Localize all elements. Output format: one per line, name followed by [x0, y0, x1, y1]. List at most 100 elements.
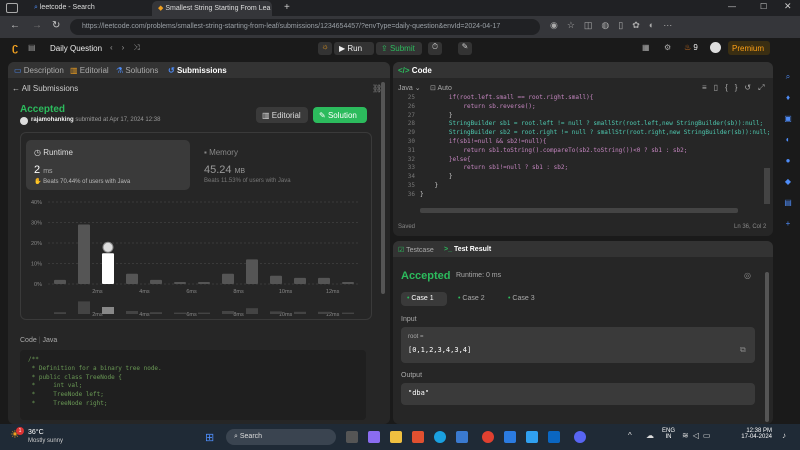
case-tab-2[interactable]: • Case 2	[452, 292, 498, 306]
daily-question-title[interactable]: Daily Question	[50, 44, 102, 53]
editorial-button[interactable]: ▥ Editorial	[256, 107, 308, 123]
leetcode-logo-icon[interactable]: ʗ	[12, 42, 18, 54]
new-tab-icon[interactable]: +	[284, 2, 290, 13]
x-tick-label: 6ms	[186, 289, 197, 295]
runtime-distribution-chart[interactable]: 40% 30% 20% 10% 0% 2ms 2ms 4ms 4ms 6ms 6ms 8ms 8ms 1…	[26, 194, 366, 318]
solution-button[interactable]: ✎ Solution	[313, 107, 367, 123]
code-line: return sb.reverse();	[420, 102, 536, 110]
teams-icon[interactable]	[368, 431, 380, 443]
tab-actions-icon[interactable]	[6, 3, 18, 13]
language-indicator[interactable]: ENG IN	[662, 428, 675, 440]
runtime-bar[interactable]	[318, 277, 330, 284]
streak-counter[interactable]: ♨ 9	[684, 43, 698, 52]
test-scrollbar[interactable]	[765, 272, 769, 422]
runtime-bar[interactable]	[342, 281, 354, 284]
language-select[interactable]: Java ⌄	[398, 84, 421, 92]
runtime-bar[interactable]	[174, 281, 186, 284]
task-view-icon[interactable]	[346, 431, 358, 443]
input-param: root =	[408, 334, 424, 340]
forward-arrow-icon[interactable]: →	[32, 20, 42, 31]
timer-icon[interactable]: ⏱	[428, 42, 442, 55]
runtime-bar[interactable]	[78, 224, 90, 284]
minimize-icon[interactable]: —	[728, 2, 736, 11]
minimap-bar	[102, 307, 114, 314]
taskbar-search[interactable]: ⌕ Search	[226, 429, 336, 445]
checkbox-icon: ☑	[398, 247, 407, 254]
run-button[interactable]: ▶ Run	[334, 42, 374, 55]
copy-icon[interactable]: ⧉	[740, 345, 746, 355]
runtime-bar[interactable]	[150, 279, 162, 284]
clock[interactable]: 12:38 PM 17-04-2024	[732, 428, 772, 440]
submitted-code: /** * Definition for a binary tree node.…	[28, 356, 162, 409]
close-icon[interactable]: ✕	[784, 1, 792, 12]
tab-description[interactable]: ▭ Description	[14, 66, 64, 75]
runtime-bar[interactable]	[102, 253, 114, 284]
line-number: 32	[407, 155, 415, 163]
username[interactable]: rajamohanking	[31, 117, 74, 123]
editor-tool-icons[interactable]: ≡▯{}↺⤢	[702, 83, 772, 93]
fire-icon: ♨	[684, 43, 694, 52]
minimap-bar	[78, 301, 90, 314]
history-icon: ↺	[168, 66, 177, 75]
all-submissions-link[interactable]: ← All Submissions	[12, 84, 78, 93]
browser-extension-icons[interactable]: ◉☆◫◍▯✿◐⋯	[550, 20, 681, 31]
problem-list-icon[interactable]: ▤	[28, 43, 36, 52]
discord-icon[interactable]	[574, 431, 586, 443]
case-tab-3[interactable]: • Case 3	[502, 292, 548, 306]
runtime-bar[interactable]	[270, 275, 282, 284]
tab-test-result[interactable]: >_ Test Result	[444, 246, 491, 253]
auto-mode-toggle[interactable]: ⊡ Auto	[430, 84, 452, 92]
chevron-down-icon: ⌄	[412, 85, 421, 92]
linkedin-icon[interactable]	[548, 431, 560, 443]
chrome-icon[interactable]	[482, 431, 494, 443]
settings-gear-icon[interactable]: ⚙	[664, 43, 671, 52]
editor-h-scrollbar[interactable]	[420, 208, 738, 213]
browser-tab-leetcode[interactable]: ◆ Smallest String Starting From Lea	[152, 1, 272, 16]
avatar[interactable]	[710, 42, 721, 53]
runtime-bar[interactable]	[198, 281, 210, 284]
tab-submissions[interactable]: ↺ Submissions	[168, 66, 227, 75]
line-number: 36	[407, 190, 415, 198]
file-explorer-icon[interactable]	[390, 431, 402, 443]
editor-v-scrollbar[interactable]	[764, 168, 770, 204]
sidebar-app-icons[interactable]: ⌕ ♦ ▣ ◐ ● ◆ ▤ +	[782, 66, 794, 234]
runtime-bar[interactable]	[246, 259, 258, 284]
submit-button[interactable]: ⇪ Submit	[376, 42, 422, 55]
music-icon[interactable]	[526, 431, 538, 443]
browser-tab-search[interactable]: ⌕ leetcode - Search	[28, 1, 148, 16]
tab-testcase[interactable]: ☑ Testcase	[398, 246, 434, 254]
input-box	[401, 327, 755, 363]
premium-button[interactable]: Premium	[728, 41, 770, 55]
case-tab-1[interactable]: • Case 1	[401, 292, 447, 306]
runtime-bar[interactable]	[54, 279, 66, 284]
memory-label[interactable]: ▪ Memory	[204, 148, 238, 157]
tab-solutions[interactable]: ⚗ Solutions	[116, 66, 158, 75]
url-field[interactable]: https://leetcode.com/problems/smallest-s…	[70, 19, 540, 35]
tab-editorial[interactable]: ▥ Editorial	[70, 66, 109, 75]
reload-icon[interactable]: ↻	[52, 20, 60, 31]
office-icon[interactable]	[412, 431, 424, 443]
x-tick-label: 2ms	[92, 289, 103, 295]
y-tick-label: 20%	[31, 241, 42, 247]
back-arrow-icon[interactable]: ←	[10, 20, 20, 31]
debug-icon[interactable]: ☼	[318, 42, 332, 55]
runtime-bar[interactable]	[126, 273, 138, 284]
notes-icon[interactable]: ✎	[458, 42, 472, 55]
windows-start-icon[interactable]: ⊞	[205, 431, 214, 444]
left-scrollbar[interactable]	[381, 82, 385, 294]
maximize-icon[interactable]: ☐	[760, 2, 767, 11]
notification-bell-icon[interactable]: ♪	[782, 431, 786, 440]
runtime-bar[interactable]	[294, 277, 306, 284]
store-icon[interactable]	[504, 431, 516, 443]
code-editor-content[interactable]: if(root.left.small == root.right.small){…	[420, 94, 770, 206]
layout-icon[interactable]: ▦	[642, 43, 650, 52]
runtime-bar[interactable]	[222, 273, 234, 284]
minimap-bar	[246, 308, 258, 314]
nav-arrows-icon[interactable]: ‹›⤨	[110, 43, 149, 53]
eye-icon[interactable]: ◎	[744, 271, 751, 280]
edge-icon[interactable]	[434, 431, 446, 443]
vscode-icon[interactable]	[456, 431, 468, 443]
system-tray-icons[interactable]: ≋◁▭	[682, 431, 714, 440]
cloud-icon[interactable]: ☁	[646, 431, 654, 440]
chevron-up-icon[interactable]: ^	[628, 431, 632, 440]
